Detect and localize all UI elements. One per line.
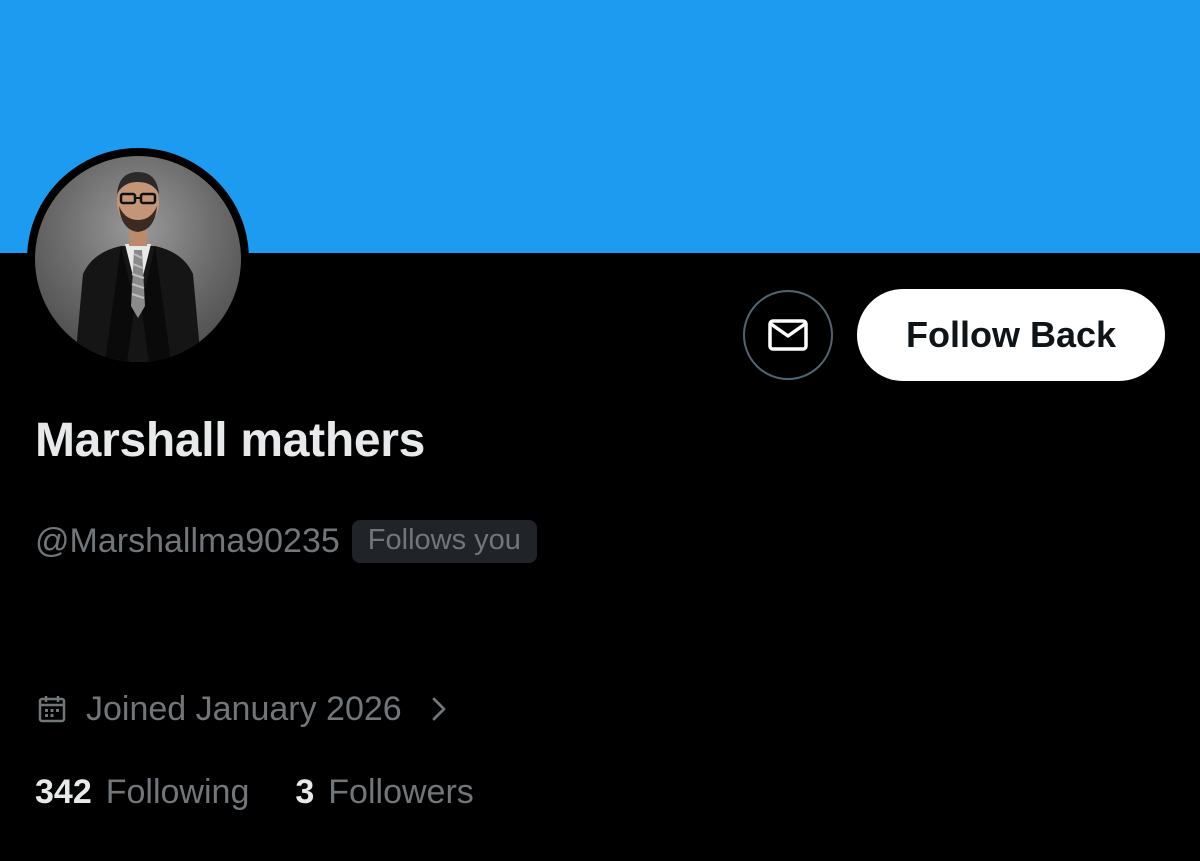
joined-date-row[interactable]: Joined January 2026 <box>36 686 454 732</box>
chevron-right-icon <box>432 697 446 721</box>
following-link[interactable]: 342 Following <box>35 773 249 812</box>
calendar-icon <box>38 696 66 723</box>
follow-stats: 342 Following 3 Followers <box>35 768 474 816</box>
followers-label: Followers <box>328 772 474 811</box>
following-label: Following <box>105 772 250 811</box>
profile-avatar[interactable] <box>27 148 249 370</box>
message-button[interactable] <box>743 290 833 380</box>
follows-you-badge: Follows you <box>351 519 537 563</box>
followers-count: 3 <box>295 772 315 811</box>
follow-back-button[interactable]: Follow Back <box>857 289 1165 381</box>
followers-link[interactable]: 3 Followers <box>295 773 473 812</box>
joined-date: Joined January 2026 <box>86 689 402 728</box>
handle-row: @Marshallma90235 Follows you <box>35 518 537 564</box>
avatar-photo <box>35 156 241 362</box>
mail-icon <box>768 319 808 351</box>
user-handle: @Marshallma90235 <box>35 521 340 560</box>
following-count: 342 <box>35 772 92 811</box>
display-name: Marshall mathers <box>35 414 426 467</box>
